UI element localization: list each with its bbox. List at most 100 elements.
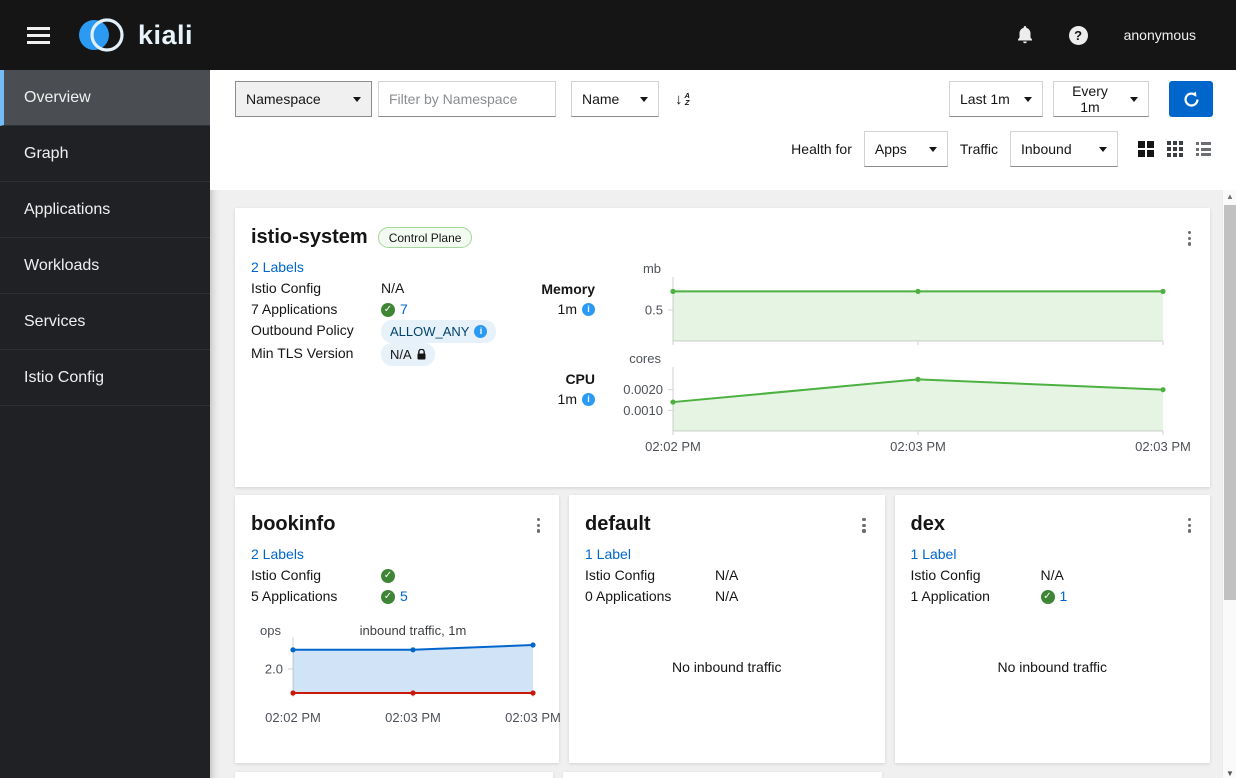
card-actions-kebab[interactable] bbox=[1185, 515, 1194, 536]
inbound-traffic-sparkline-chart: ops inbound traffic, 1m 2.0 bbox=[260, 623, 536, 697]
main-area: Namespace Name ↓ AZ Last 1m bbox=[210, 70, 1236, 778]
svg-text:0.0020: 0.0020 bbox=[623, 382, 663, 397]
istio-config-value: N/A bbox=[381, 280, 405, 296]
svg-text:mb: mb bbox=[643, 261, 661, 276]
expand-view-button[interactable] bbox=[1136, 139, 1156, 159]
user-menu[interactable]: anonymous bbox=[1124, 27, 1196, 43]
card-actions-kebab[interactable] bbox=[534, 515, 543, 536]
applications-count-link[interactable]: 5 bbox=[400, 586, 408, 607]
labels-link[interactable]: 2 Labels bbox=[251, 257, 304, 278]
svg-text:0.0010: 0.0010 bbox=[623, 403, 663, 418]
namespace-cards: istio-system Control Plane 2 Labels Isti… bbox=[210, 190, 1236, 778]
scroll-up-arrow[interactable]: ▲ bbox=[1223, 192, 1236, 201]
applications-label: 5 Applications bbox=[251, 588, 338, 604]
health-check-icon: ✓ bbox=[381, 302, 395, 317]
svg-text:0.5: 0.5 bbox=[645, 303, 663, 318]
svg-text:inbound traffic, 1m: inbound traffic, 1m bbox=[360, 623, 467, 638]
scrollbar-thumb[interactable] bbox=[1224, 205, 1236, 600]
traffic-label: Traffic bbox=[959, 141, 998, 157]
kiali-logo[interactable]: kiali bbox=[76, 15, 193, 55]
overview-toolbar: Namespace Name ↓ AZ Last 1m bbox=[210, 70, 1236, 190]
namespace-filter-input[interactable] bbox=[378, 81, 556, 117]
info-icon[interactable]: i bbox=[582, 392, 595, 406]
menu-icon bbox=[27, 26, 50, 30]
namespace-card-partial bbox=[235, 772, 554, 778]
info-icon[interactable]: i bbox=[474, 325, 488, 338]
svg-text:2.0: 2.0 bbox=[265, 662, 283, 677]
sort-order-button[interactable]: ↓ AZ bbox=[675, 91, 690, 108]
memory-duration: 1m bbox=[557, 301, 577, 317]
masthead-actions: ? anonymous bbox=[1017, 25, 1196, 45]
bell-icon bbox=[1017, 26, 1032, 44]
applications-label: 7 Applications bbox=[251, 301, 338, 317]
memory-metric-label: Memory bbox=[541, 281, 595, 297]
namespace-card-dex: dex 1 Label Istio Config N/A 1 Applicati… bbox=[894, 495, 1210, 763]
labels-link[interactable]: 1 Label bbox=[911, 544, 1195, 565]
info-icon[interactable]: i bbox=[582, 302, 595, 316]
sort-field-select[interactable]: Name bbox=[571, 81, 659, 117]
sidebar-item-workloads[interactable]: Workloads bbox=[0, 238, 210, 294]
min-tls-pill[interactable]: N/A bbox=[381, 343, 435, 366]
sidebar: Overview Graph Applications Workloads Se… bbox=[0, 70, 210, 778]
health-for-select[interactable]: Apps bbox=[863, 131, 948, 167]
health-check-icon: ✓ bbox=[381, 589, 395, 604]
applications-label: 1 Application bbox=[910, 588, 990, 604]
cpu-sparkline-chart: cores 0.0020 0.0010 bbox=[623, 351, 1166, 435]
chevron-down-icon bbox=[928, 146, 937, 152]
cpu-metric-label: CPU bbox=[565, 371, 595, 387]
applications-value: N/A bbox=[715, 588, 739, 604]
svg-text:cores: cores bbox=[629, 351, 661, 366]
list-view-button[interactable] bbox=[1194, 140, 1213, 158]
sidebar-item-istio-config[interactable]: Istio Config bbox=[0, 350, 210, 406]
namespace-title: bookinfo bbox=[251, 513, 336, 535]
chevron-down-icon bbox=[1130, 96, 1138, 102]
applications-count-link[interactable]: 7 bbox=[400, 299, 408, 320]
chart-x-axis: 02:02 PM 02:03 PM 02:03 PM bbox=[645, 439, 1191, 454]
kiali-logo-icon bbox=[79, 18, 124, 52]
chevron-down-icon bbox=[640, 96, 648, 102]
health-check-icon: ✓ bbox=[1040, 589, 1055, 604]
sidebar-item-overview[interactable]: Overview bbox=[0, 70, 210, 126]
namespace-title: dex bbox=[910, 513, 945, 535]
sort-alpha-down-icon: ↓ bbox=[675, 90, 683, 108]
chevron-down-icon bbox=[1024, 96, 1032, 102]
labels-link[interactable]: 2 Labels bbox=[251, 544, 543, 565]
help-button[interactable]: ? bbox=[1068, 25, 1088, 45]
labels-link[interactable]: 1 Label bbox=[585, 544, 869, 565]
card-actions-kebab[interactable] bbox=[859, 515, 868, 536]
memory-sparkline-chart: mb 0.5 bbox=[643, 261, 1166, 345]
namespace-title: istio-system bbox=[251, 226, 368, 248]
istio-config-label: Istio Config bbox=[585, 567, 656, 583]
chevron-down-icon bbox=[353, 96, 361, 102]
namespace-card-partial bbox=[563, 772, 882, 778]
sidebar-item-services[interactable]: Services bbox=[0, 294, 210, 350]
outbound-policy-label: Outbound Policy bbox=[251, 322, 354, 338]
notifications-button[interactable] bbox=[1017, 26, 1033, 44]
health-for-label: Health for bbox=[791, 141, 852, 157]
namespace-card-default: default 1 Label Istio Config N/A 0 Appli… bbox=[569, 495, 885, 763]
scroll-down-arrow[interactable]: ▼ bbox=[1223, 769, 1236, 778]
chevron-down-icon bbox=[1099, 146, 1107, 152]
card-actions-kebab[interactable] bbox=[1185, 228, 1194, 249]
masthead: kiali ? anonymous bbox=[0, 0, 1236, 70]
sidebar-item-graph[interactable]: Graph bbox=[0, 126, 210, 182]
compact-view-button[interactable] bbox=[1165, 139, 1185, 159]
refresh-button[interactable] bbox=[1169, 81, 1213, 117]
traffic-direction-select[interactable]: Inbound bbox=[1010, 131, 1118, 167]
duration-select[interactable]: Last 1m bbox=[949, 81, 1043, 117]
filter-type-select[interactable]: Namespace bbox=[235, 81, 372, 117]
istio-config-label: Istio Config bbox=[251, 280, 322, 296]
applications-label: 0 Applications bbox=[585, 588, 672, 604]
min-tls-label: Min TLS Version bbox=[251, 345, 354, 361]
nav-toggle-button[interactable] bbox=[25, 21, 52, 50]
refresh-interval-select[interactable]: Every 1m bbox=[1053, 81, 1149, 117]
namespace-title: default bbox=[585, 513, 651, 535]
istio-config-label: Istio Config bbox=[251, 567, 322, 583]
refresh-icon bbox=[1183, 91, 1199, 107]
sidebar-item-applications[interactable]: Applications bbox=[0, 182, 210, 238]
istio-config-value: N/A bbox=[1040, 567, 1064, 583]
applications-count-link[interactable]: 1 bbox=[1060, 586, 1068, 607]
cpu-duration: 1m bbox=[557, 391, 577, 407]
outbound-policy-pill[interactable]: ALLOW_ANY i bbox=[381, 320, 497, 343]
no-traffic-message: No inbound traffic bbox=[997, 659, 1107, 675]
